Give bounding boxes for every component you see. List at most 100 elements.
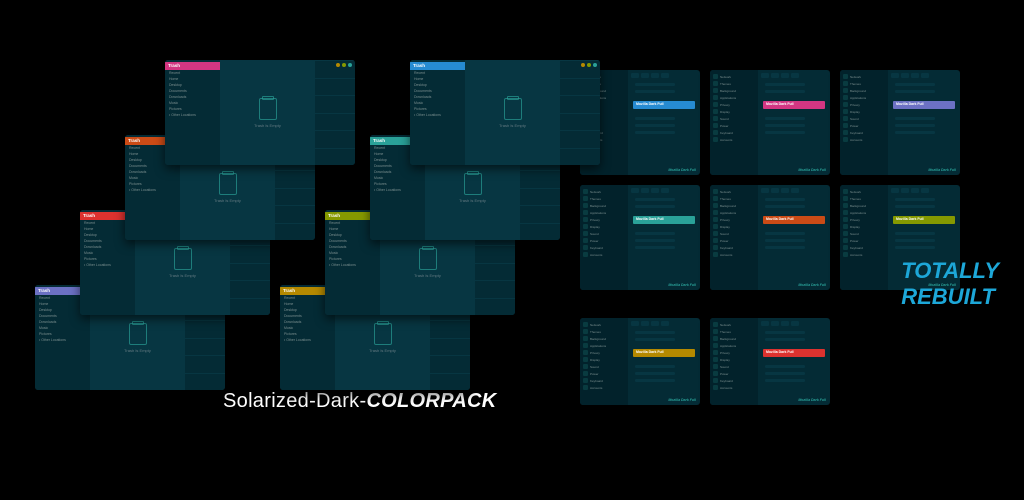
panel-sidebar-item[interactable]: Network (580, 321, 628, 328)
panel-sidebar-item[interactable]: Keyboard (710, 244, 758, 251)
panel-sidebar-item[interactable]: Network (580, 188, 628, 195)
panel-sidebar-item[interactable]: Display (840, 108, 888, 115)
panel-sidebar-item[interactable]: Keyboard (840, 129, 888, 136)
panel-sidebar-item[interactable]: Display (710, 108, 758, 115)
panel-sidebar-item[interactable]: Keyboard (840, 244, 888, 251)
panel-sidebar-item[interactable]: Sound (840, 115, 888, 122)
panel-highlight-bar[interactable]: Mozilla Dark Full (763, 349, 825, 357)
panel-sidebar-item[interactable]: Network (710, 73, 758, 80)
panel-sidebar-item[interactable]: Keyboard (710, 129, 758, 136)
panel-sidebar-item[interactable]: Privacy (840, 101, 888, 108)
panel-sidebar-item[interactable]: Privacy (580, 349, 628, 356)
panel-highlight-bar[interactable]: Mozilla Dark Full (893, 101, 955, 109)
panel-sidebar-item[interactable]: Sound (710, 230, 758, 237)
panel-sidebar-item[interactable]: Themes (710, 195, 758, 202)
panel-tab[interactable] (651, 73, 659, 78)
sidebar-other-locations[interactable]: • Other Locations (35, 337, 90, 343)
panel-sidebar-item[interactable]: Themes (580, 328, 628, 335)
panel-highlight-bar[interactable]: Mozilla Dark Full (633, 216, 695, 224)
panel-sidebar-item[interactable]: Display (710, 356, 758, 363)
panel-sidebar-item[interactable]: Accounts (840, 251, 888, 258)
sidebar-other-locations[interactable]: • Other Locations (125, 187, 180, 193)
panel-sidebar-item[interactable]: Display (580, 356, 628, 363)
panel-sidebar-item[interactable]: Privacy (840, 216, 888, 223)
panel-sidebar-item[interactable]: Display (840, 223, 888, 230)
panel-tab[interactable] (791, 73, 799, 78)
panel-sidebar-item[interactable]: Sound (710, 115, 758, 122)
panel-sidebar-item[interactable]: Power (710, 122, 758, 129)
window-control-dot[interactable] (587, 63, 591, 67)
panel-sidebar-item[interactable]: Privacy (710, 349, 758, 356)
panel-sidebar-item[interactable]: Power (840, 237, 888, 244)
panel-tab[interactable] (891, 73, 899, 78)
panel-sidebar-item[interactable]: Background (710, 335, 758, 342)
panel-sidebar-item[interactable]: Keyboard (580, 377, 628, 384)
sidebar-other-locations[interactable]: • Other Locations (165, 112, 220, 118)
panel-tab[interactable] (761, 73, 769, 78)
panel-sidebar-item[interactable]: Background (580, 335, 628, 342)
panel-sidebar-item[interactable]: Privacy (580, 216, 628, 223)
panel-tab[interactable] (781, 73, 789, 78)
panel-sidebar-item[interactable]: Sound (580, 230, 628, 237)
panel-tab[interactable] (781, 321, 789, 326)
window-control-dot[interactable] (581, 63, 585, 67)
panel-sidebar-item[interactable]: Applications (840, 209, 888, 216)
panel-tab[interactable] (661, 321, 669, 326)
panel-highlight-bar[interactable]: Mozilla Dark Full (893, 216, 955, 224)
window-control-dot[interactable] (348, 63, 352, 67)
panel-sidebar-item[interactable]: Background (710, 202, 758, 209)
panel-sidebar-item[interactable]: Privacy (710, 216, 758, 223)
panel-tab[interactable] (921, 73, 929, 78)
panel-sidebar-item[interactable]: Background (710, 87, 758, 94)
panel-sidebar-item[interactable]: Applications (710, 342, 758, 349)
panel-tab[interactable] (891, 188, 899, 193)
panel-tab[interactable] (901, 73, 909, 78)
panel-tab[interactable] (661, 73, 669, 78)
panel-sidebar-item[interactable]: Accounts (710, 251, 758, 258)
panel-tab[interactable] (771, 188, 779, 193)
panel-tab[interactable] (641, 188, 649, 193)
panel-tab[interactable] (631, 73, 639, 78)
panel-sidebar-item[interactable]: Applications (710, 209, 758, 216)
panel-tab[interactable] (631, 188, 639, 193)
panel-tab[interactable] (661, 188, 669, 193)
sidebar-other-locations[interactable]: • Other Locations (325, 262, 380, 268)
panel-tab[interactable] (791, 188, 799, 193)
panel-sidebar-item[interactable]: Applications (840, 94, 888, 101)
panel-sidebar-item[interactable]: Accounts (580, 251, 628, 258)
panel-sidebar-item[interactable]: Power (710, 237, 758, 244)
panel-highlight-bar[interactable]: Mozilla Dark Full (763, 101, 825, 109)
panel-sidebar-item[interactable]: Sound (580, 363, 628, 370)
window-control-dot[interactable] (593, 63, 597, 67)
panel-highlight-bar[interactable]: Mozilla Dark Full (633, 349, 695, 357)
panel-sidebar-item[interactable]: Applications (580, 342, 628, 349)
panel-sidebar-item[interactable]: Network (840, 73, 888, 80)
panel-sidebar-item[interactable]: Accounts (710, 136, 758, 143)
sidebar-other-locations[interactable]: • Other Locations (370, 187, 425, 193)
panel-sidebar-item[interactable]: Themes (710, 328, 758, 335)
panel-sidebar-item[interactable]: Accounts (710, 384, 758, 391)
panel-tab[interactable] (921, 188, 929, 193)
panel-sidebar-item[interactable]: Applications (580, 209, 628, 216)
panel-sidebar-item[interactable]: Sound (710, 363, 758, 370)
panel-sidebar-item[interactable]: Display (580, 223, 628, 230)
panel-tab[interactable] (791, 321, 799, 326)
panel-sidebar-item[interactable]: Accounts (840, 136, 888, 143)
panel-sidebar-item[interactable]: Keyboard (710, 377, 758, 384)
panel-tab[interactable] (641, 73, 649, 78)
panel-tab[interactable] (651, 321, 659, 326)
panel-sidebar-item[interactable]: Display (710, 223, 758, 230)
panel-highlight-bar[interactable]: Mozilla Dark Full (633, 101, 695, 109)
panel-sidebar-item[interactable]: Power (580, 237, 628, 244)
panel-sidebar-item[interactable]: Network (710, 188, 758, 195)
panel-tab[interactable] (781, 188, 789, 193)
panel-tab[interactable] (771, 321, 779, 326)
panel-tab[interactable] (761, 188, 769, 193)
panel-sidebar-item[interactable]: Themes (580, 195, 628, 202)
panel-sidebar-item[interactable]: Keyboard (580, 244, 628, 251)
panel-highlight-bar[interactable]: Mozilla Dark Full (763, 216, 825, 224)
sidebar-other-locations[interactable]: • Other Locations (410, 112, 465, 118)
panel-sidebar-item[interactable]: Network (840, 188, 888, 195)
panel-tab[interactable] (761, 321, 769, 326)
panel-sidebar-item[interactable]: Privacy (710, 101, 758, 108)
